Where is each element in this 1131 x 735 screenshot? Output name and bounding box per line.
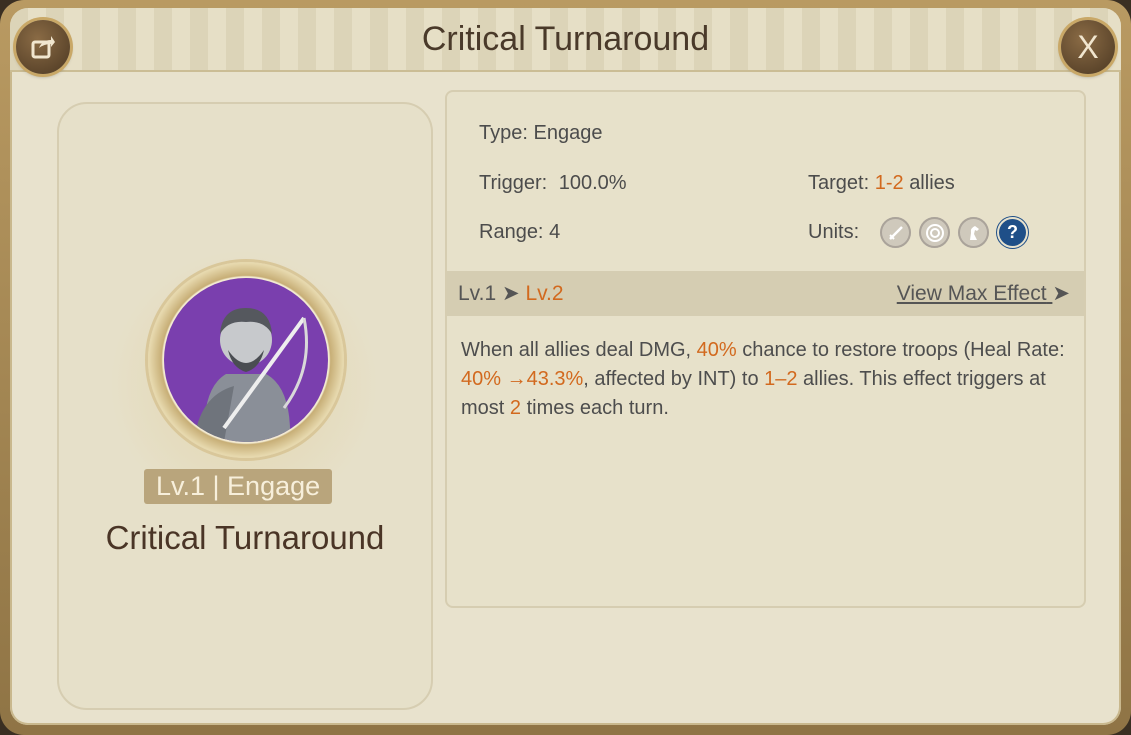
skill-name: Critical Turnaround (105, 519, 385, 556)
skill-card: Lv.1 | Engage Critical Turnaround (57, 102, 433, 710)
help-icon[interactable]: ? (997, 217, 1028, 248)
horse-icon[interactable] (958, 217, 989, 248)
share-button[interactable] (16, 20, 70, 74)
desc-chance: 40% (696, 339, 737, 361)
view-max-label: View Max Effect (896, 282, 1047, 305)
title-bar: Critical Turnaround (10, 8, 1121, 72)
level-transition: Lv.1 ➤ Lv.2 (458, 281, 564, 306)
close-button[interactable]: X (1061, 20, 1115, 74)
current-level: Lv.1 (458, 282, 497, 305)
unit-icons: ? (880, 217, 1028, 248)
type-label: Type: (479, 122, 528, 144)
view-max-effect-link[interactable]: View Max Effect ➤ (897, 281, 1070, 306)
desc-text-1: When all allies deal DMG, (461, 339, 697, 361)
level-engage-badge: Lv.1 | Engage (144, 469, 333, 504)
trigger-row: Trigger: 100.0% (479, 172, 627, 195)
skill-description: When all allies deal DMG, 40% chance to … (461, 336, 1071, 423)
range-label: Range: (479, 221, 544, 243)
skill-dialog: Critical Turnaround X Lv.1 | Engage Crit… (10, 8, 1121, 725)
target-label: Target: (808, 172, 870, 194)
trigger-label: Trigger: (479, 172, 548, 194)
range-value: 4 (549, 221, 561, 243)
type-value: Engage (533, 122, 603, 144)
dialog-title: Critical Turnaround (421, 20, 710, 58)
next-level: Lv.2 (525, 282, 564, 305)
desc-targets: 1–2 (764, 368, 798, 390)
target-row: Target: 1-2 allies (808, 172, 955, 195)
trigger-value: 100.0% (558, 172, 627, 194)
desc-text-3: , affected by INT) to (583, 368, 765, 390)
share-icon (31, 36, 55, 59)
target-suffix: allies (909, 172, 955, 194)
commander-portrait (164, 278, 328, 442)
view-max-arrow-icon: ➤ (1052, 282, 1070, 305)
range-row: Range: 4 (479, 221, 560, 244)
level-progress-bar: Lv.1 ➤ Lv.2 View Max Effect ➤ (447, 271, 1084, 316)
skill-details-panel: Type: Engage Trigger: 100.0% Range: 4 Ta… (445, 90, 1086, 608)
type-row: Type: Engage (479, 122, 602, 145)
sword-icon[interactable] (880, 217, 911, 248)
desc-heal-rate: 40% →43.3% (461, 368, 584, 390)
desc-times: 2 (509, 397, 522, 419)
units-label: Units: (808, 221, 860, 243)
skill-emblem (148, 262, 344, 458)
desc-text-2: chance to restore troops (Heal Rate: (736, 339, 1065, 361)
target-value: 1-2 (874, 172, 904, 194)
desc-text-5: times each turn. (521, 397, 669, 419)
close-icon: X (1077, 28, 1099, 65)
window-frame: Critical Turnaround X Lv.1 | Engage Crit… (0, 0, 1131, 735)
target-icon[interactable] (919, 217, 950, 248)
level-arrow-icon: ➤ (501, 282, 520, 305)
